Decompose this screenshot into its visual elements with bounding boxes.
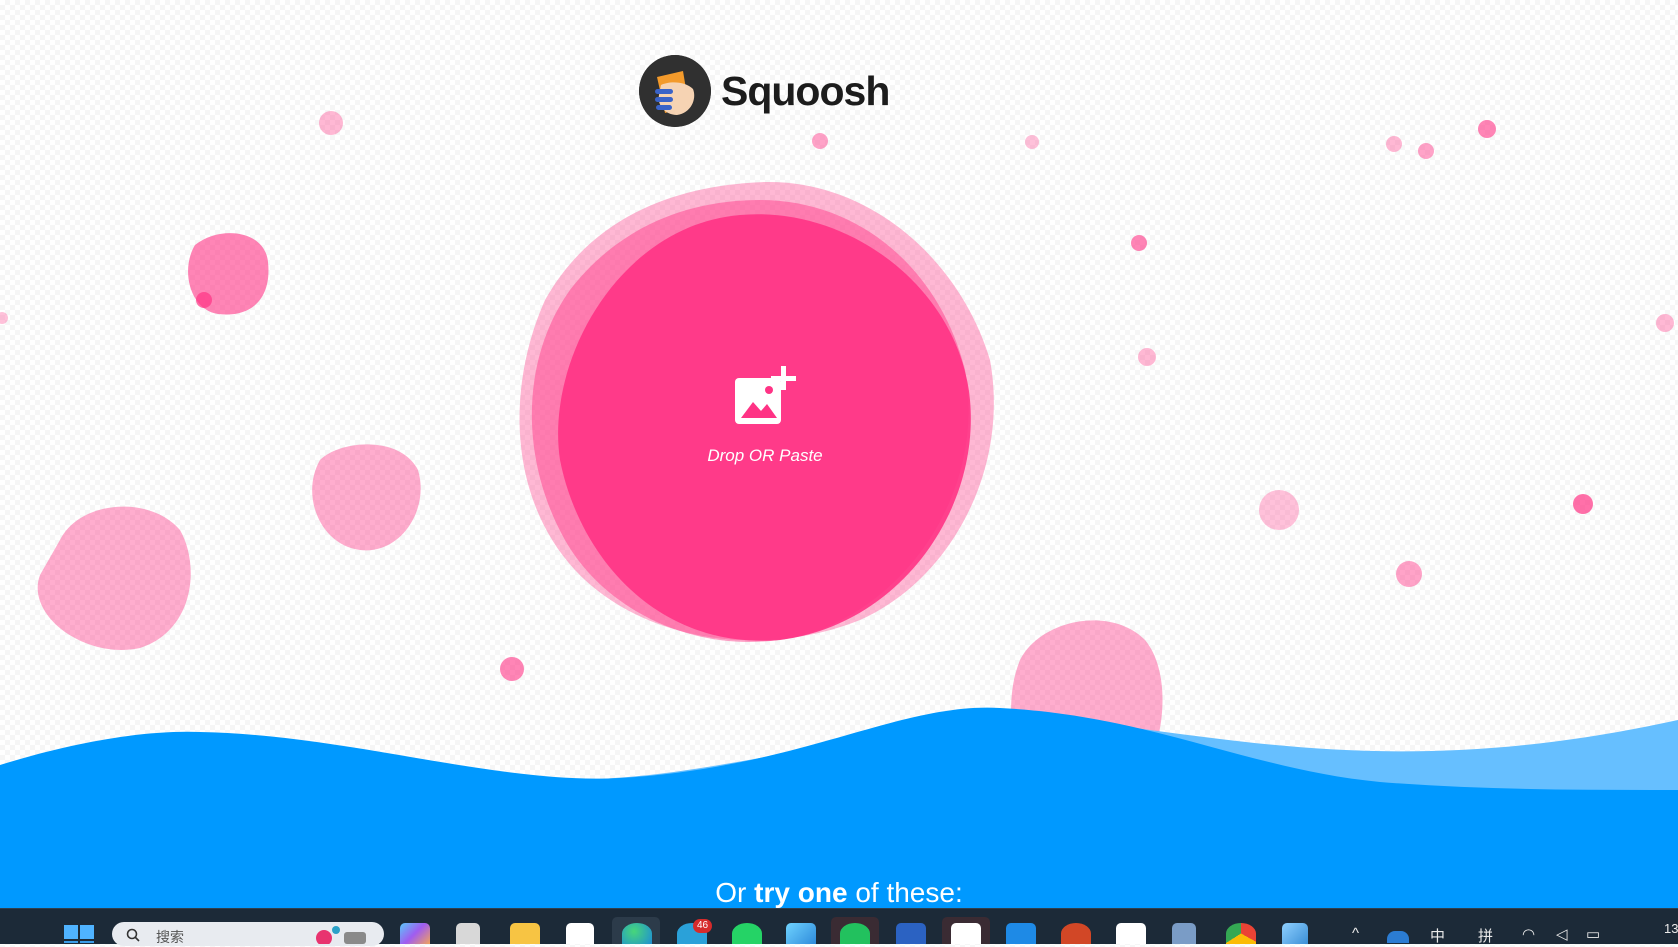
demo-emphasis: try one: [754, 877, 848, 908]
demo-section-heading: Or try one of these:: [0, 877, 1678, 909]
wechat-icon[interactable]: [840, 923, 870, 944]
powerpoint-icon[interactable]: [1061, 923, 1091, 944]
chrome-icon[interactable]: [1226, 923, 1256, 944]
onedrive-icon[interactable]: [1387, 931, 1409, 943]
copilot-icon[interactable]: [400, 923, 430, 944]
edge-icon[interactable]: [622, 923, 652, 944]
microsoft-store-icon[interactable]: [566, 923, 594, 944]
drop-zone[interactable]: Drop OR Paste: [565, 215, 965, 635]
qq-icon[interactable]: [951, 923, 981, 944]
app-icon-2[interactable]: [1282, 923, 1308, 944]
demo-suffix: of these:: [855, 877, 963, 908]
file-icon[interactable]: [456, 923, 480, 944]
telegram-badge: 46: [693, 919, 713, 933]
windows-taskbar: 搜索 46 ^ 中 拼 ◠ ◁ ▭ 13: [0, 908, 1678, 946]
whatsapp-icon[interactable]: [732, 923, 762, 944]
battery-icon[interactable]: ▭: [1586, 925, 1600, 943]
add-image-icon: [735, 366, 796, 424]
wifi-icon[interactable]: ◠: [1522, 925, 1535, 943]
search-placeholder: 搜索: [156, 929, 184, 945]
search-icon: [126, 928, 140, 942]
tray-chevron-up-icon[interactable]: ^: [1352, 925, 1359, 942]
search-highlight-icon: [316, 926, 366, 944]
word-icon[interactable]: [896, 923, 926, 944]
file-explorer-icon[interactable]: [510, 923, 540, 944]
vscode-icon[interactable]: [1006, 923, 1036, 944]
photos-icon[interactable]: [786, 923, 816, 944]
windows-start-icon[interactable]: [62, 921, 96, 943]
app-icon[interactable]: [1116, 923, 1146, 944]
squoosh-logo-text: Squoosh: [721, 67, 890, 114]
clock[interactable]: 13: [1664, 921, 1678, 936]
taskbar-search[interactable]: 搜索: [112, 922, 384, 946]
squoosh-logo-icon: [639, 55, 711, 127]
demo-prefix: Or: [715, 877, 747, 908]
remote-desktop-icon[interactable]: [1172, 923, 1196, 944]
volume-icon[interactable]: ◁: [1556, 925, 1568, 943]
squoosh-logo: Squoosh: [639, 54, 890, 128]
drop-zone-label: Drop OR Paste: [707, 446, 823, 465]
